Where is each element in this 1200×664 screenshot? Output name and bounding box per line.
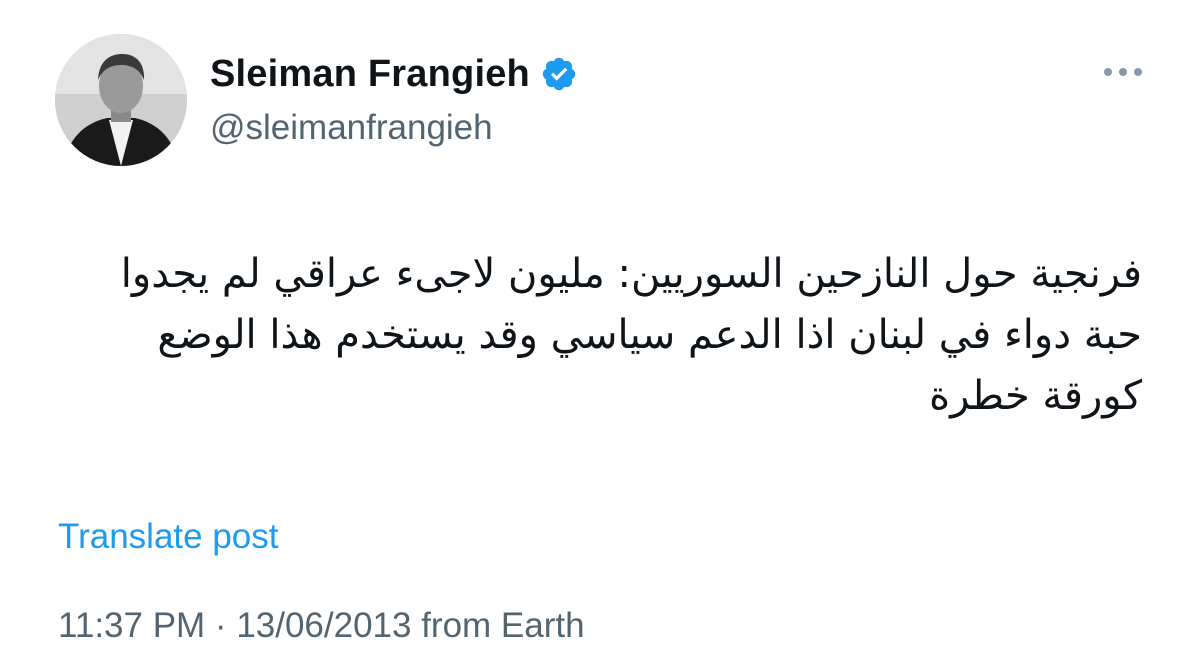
avatar[interactable] [55, 34, 187, 166]
more-dot [1134, 68, 1142, 76]
avatar-photo [55, 34, 187, 166]
more-dot [1104, 68, 1112, 76]
display-name[interactable]: Sleiman Frangieh [210, 53, 530, 96]
more-dot [1119, 68, 1127, 76]
author-name-row: Sleiman Frangieh [210, 50, 578, 98]
author-handle[interactable]: @sleimanfrangieh [210, 108, 493, 148]
tweet-timestamp[interactable]: 11:37 PM · 13/06/2013 from Earth [58, 606, 585, 646]
translate-post-link[interactable]: Translate post [58, 517, 278, 557]
more-horizontal-icon[interactable] [1104, 62, 1142, 82]
verified-badge-icon[interactable] [540, 55, 578, 93]
tweet-text: فرنجية حول النازحين السوريين: مليون لاجى… [120, 251, 1142, 419]
